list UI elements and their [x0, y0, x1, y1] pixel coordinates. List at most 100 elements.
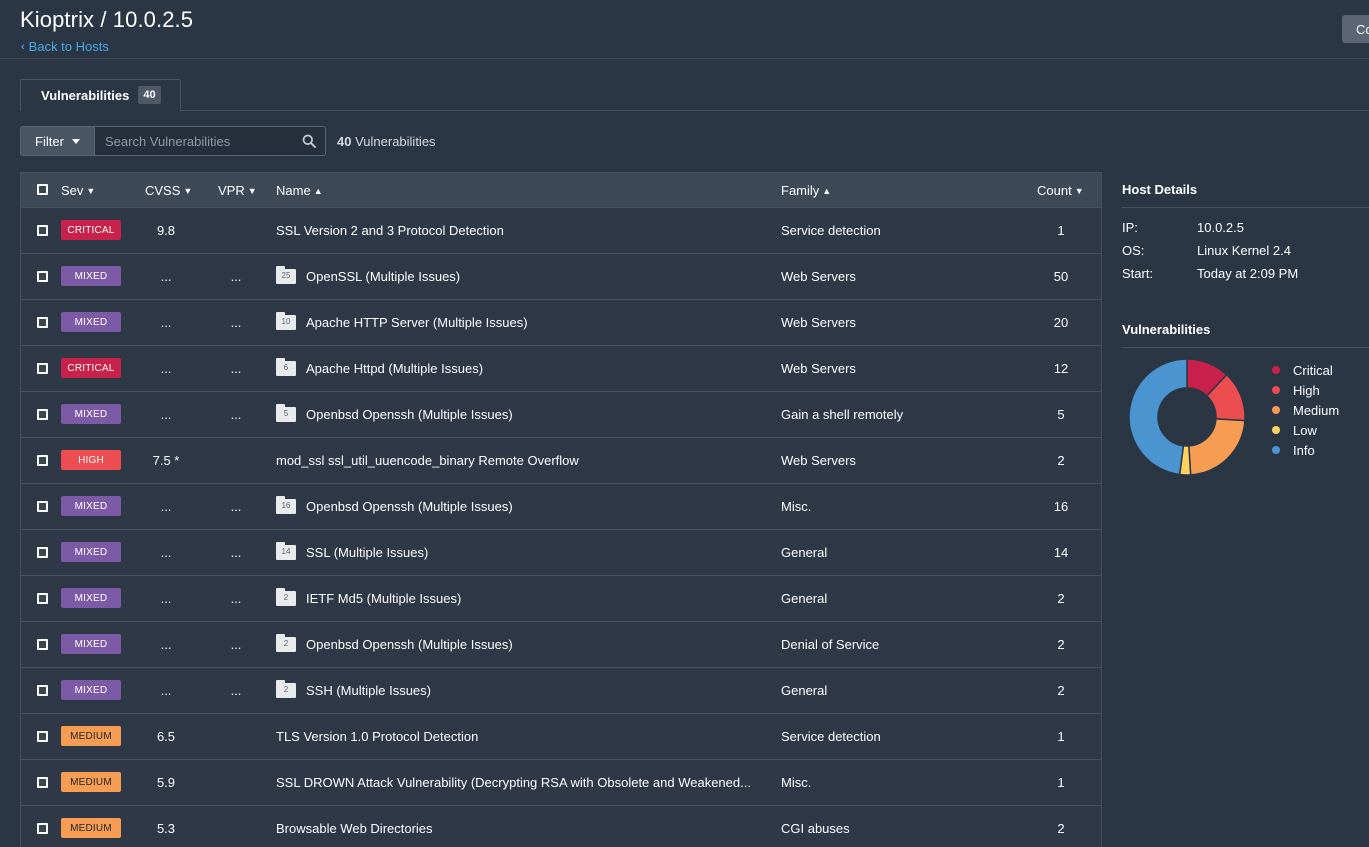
row-checkbox[interactable] [37, 685, 48, 696]
column-header-sev[interactable]: Sev ▼ [61, 183, 95, 198]
column-header-vpr[interactable]: VPR ▼ [218, 183, 257, 198]
host-os-value: Linux Kernel 2.4 [1197, 243, 1291, 258]
tab-vulnerabilities[interactable]: Vulnerabilities 40 [20, 79, 181, 111]
top-right-button[interactable]: Co [1342, 15, 1369, 43]
vulnerability-family: Misc. [781, 499, 812, 514]
row-checkbox[interactable] [37, 731, 48, 742]
folder-icon: 5 [276, 404, 296, 422]
host-ip-row: IP: 10.0.2.5 [1122, 220, 1244, 235]
table-row[interactable]: CRITICAL 9.8 SSL Version 2 and 3 Protocol … [21, 208, 1101, 254]
row-checkbox[interactable] [37, 501, 48, 512]
table-row[interactable]: MEDIUM 5.9 SSL DROWN Attack Vulnerability … [21, 760, 1101, 806]
donut-slice-medium[interactable] [1188, 418, 1246, 476]
severity-badge: MIXED [61, 634, 121, 654]
table-row[interactable]: HIGH 7.5 * mod_ssl ssl_util_uuencode_binar… [21, 438, 1101, 484]
table-row[interactable]: MIXED...... 16 Openbsd Openssh (Multiple I… [21, 484, 1101, 530]
severity-donut-chart[interactable] [1128, 358, 1246, 476]
cvss-score: 9.8 [156, 223, 176, 238]
folder-count: 25 [281, 271, 291, 280]
vulnerability-count: 2 [1057, 591, 1065, 606]
table-row[interactable]: MEDIUM 6.5 TLS Version 1.0 Protocol Detect… [21, 714, 1101, 760]
filter-button[interactable]: Filter [20, 126, 95, 156]
legend-item-medium[interactable]: Medium [1272, 400, 1339, 420]
filter-label: Filter [35, 133, 64, 149]
cvss-score: ... [160, 683, 172, 698]
search-box [95, 126, 326, 156]
cvss-score: 5.3 [156, 821, 176, 836]
folder-count: 16 [281, 501, 291, 510]
column-header-family-label: Family [781, 183, 820, 198]
cvss-score: ... [160, 269, 172, 284]
folder-count: 5 [283, 409, 289, 418]
legend-item-info[interactable]: Info [1272, 440, 1339, 460]
legend-item-high[interactable]: High [1272, 380, 1339, 400]
vulnerability-total-count: 40 [337, 133, 352, 149]
column-header-cvss[interactable]: CVSS ▼ [145, 183, 192, 198]
table-row[interactable]: MIXED...... 2 IETF Md5 (Multiple Issues) Ge… [21, 576, 1101, 622]
sort-down-icon: ▼ [183, 186, 193, 196]
column-header-count[interactable]: Count ▼ [1037, 183, 1084, 198]
row-checkbox[interactable] [37, 271, 48, 282]
row-checkbox[interactable] [37, 777, 48, 788]
table-row[interactable]: MIXED...... 25 OpenSSL (Multiple Issues) We… [21, 254, 1101, 300]
legend-label: Medium [1293, 402, 1340, 418]
cvss-score: ... [160, 545, 172, 560]
row-checkbox[interactable] [37, 547, 48, 558]
sort-down-icon: ▼ [1074, 186, 1084, 196]
row-checkbox[interactable] [37, 363, 48, 374]
row-checkbox[interactable] [37, 317, 48, 328]
legend-item-low[interactable]: Low [1272, 420, 1339, 440]
severity-legend: Critical High Medium Low Info [1272, 360, 1339, 460]
table-row[interactable]: MIXED...... 5 Openbsd Openssh (Multiple Is… [21, 392, 1101, 438]
table-row[interactable]: MIXED...... 2 SSH (Multiple Issues) General… [21, 668, 1101, 714]
column-header-cvss-label: CVSS [145, 183, 181, 198]
legend-dot-icon [1272, 366, 1280, 374]
severity-badge: MIXED [61, 404, 121, 424]
severity-badge: MEDIUM [61, 818, 121, 838]
table-row[interactable]: MIXED...... 14 SSL (Multiple Issues) Genera… [21, 530, 1101, 576]
table-row[interactable]: MIXED...... 10 Apache HTTP Server (Multipl… [21, 300, 1101, 346]
host-details-heading: Host Details [1122, 182, 1369, 208]
back-to-hosts-link[interactable]: ‹ Back to Hosts [21, 39, 109, 54]
vulnerability-family: Service detection [781, 223, 881, 238]
vulnerability-count: 14 [1053, 545, 1069, 560]
sort-down-icon: ▼ [247, 186, 257, 196]
column-header-count-label: Count [1037, 183, 1072, 198]
cvss-score: ... [160, 361, 172, 376]
select-all-checkbox[interactable] [37, 184, 48, 195]
vulnerability-family: Web Servers [781, 269, 856, 284]
donut-slice-info[interactable] [1128, 358, 1188, 476]
vulnerability-family: Denial of Service [781, 637, 880, 652]
row-checkbox[interactable] [37, 455, 48, 466]
severity-badge: MIXED [61, 496, 121, 516]
vulnerability-name: Openbsd Openssh (Multiple Issues) [306, 499, 513, 514]
table-row[interactable]: MIXED...... 2 Openbsd Openssh (Multiple Is… [21, 622, 1101, 668]
vpr-score: ... [230, 683, 242, 698]
vulnerability-count: 2 [1057, 453, 1065, 468]
legend-item-critical[interactable]: Critical [1272, 360, 1339, 380]
host-ip-label: IP: [1122, 220, 1138, 235]
search-input[interactable] [95, 127, 325, 155]
vulnerability-name: SSH (Multiple Issues) [306, 683, 431, 698]
search-icon[interactable] [302, 134, 316, 148]
column-header-name[interactable]: Name ▲ [276, 183, 323, 198]
vpr-score: ... [230, 407, 242, 422]
row-checkbox[interactable] [37, 823, 48, 834]
table-row[interactable]: CRITICAL...... 6 Apache Httpd (Multiple Is… [21, 346, 1101, 392]
row-checkbox[interactable] [37, 225, 48, 236]
vulnerability-count: 50 [1053, 269, 1069, 284]
vulnerability-count: 2 [1057, 683, 1065, 698]
chevron-left-icon: ‹ [21, 40, 25, 53]
vulnerabilities-table: Sev ▼ CVSS ▼ VPR ▼ Name ▲ Family ▲ Count ▼ CRI… [20, 172, 1102, 847]
row-checkbox[interactable] [37, 639, 48, 650]
vulnerability-name: Apache Httpd (Multiple Issues) [306, 361, 484, 376]
severity-badge: CRITICAL [61, 220, 121, 240]
page-title: Kioptrix / 10.0.2.5 [20, 7, 194, 32]
vulnerability-count: 2 [1057, 821, 1065, 836]
column-header-family[interactable]: Family ▲ [781, 183, 831, 198]
folder-count: 10 [281, 317, 291, 326]
row-checkbox[interactable] [37, 409, 48, 420]
cvss-score: ... [160, 499, 172, 514]
table-row[interactable]: MEDIUM 5.3 Browsable Web Directories CGI ab… [21, 806, 1101, 847]
row-checkbox[interactable] [37, 593, 48, 604]
